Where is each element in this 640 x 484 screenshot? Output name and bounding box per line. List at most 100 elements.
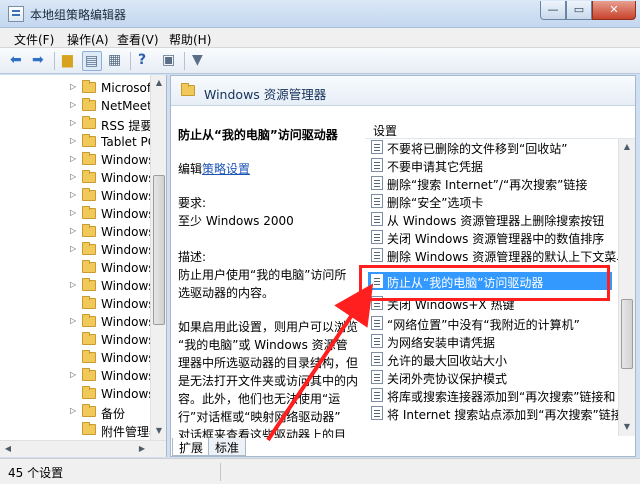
settings-scrollbar[interactable]: ▲ ▼ bbox=[618, 139, 635, 436]
expand-arrow-icon[interactable]: ▷ bbox=[70, 244, 76, 253]
expand-arrow-icon[interactable]: ▷ bbox=[70, 280, 76, 289]
tree-item[interactable]: 附件管理器 bbox=[0, 421, 161, 439]
expand-arrow-icon[interactable]: ▷ bbox=[70, 208, 76, 217]
tree-item-label: RSS 提要 bbox=[101, 119, 153, 133]
menu-help[interactable]: 帮助(H) bbox=[165, 30, 215, 49]
policy-row[interactable]: 关闭外壳协议保护模式 bbox=[368, 368, 618, 386]
menu-view[interactable]: 查看(V) bbox=[113, 30, 163, 49]
policy-row[interactable]: 删除“安全”选项卡 bbox=[368, 192, 618, 210]
menu-action[interactable]: 操作(A) bbox=[63, 30, 113, 49]
scroll-up-icon[interactable]: ▲ bbox=[151, 75, 166, 91]
folder-icon bbox=[82, 98, 96, 111]
expand-arrow-icon[interactable]: ▷ bbox=[70, 406, 76, 415]
close-button[interactable]: ✕ bbox=[592, 1, 636, 20]
tree-item[interactable]: Windows bbox=[0, 385, 155, 403]
expand-arrow-icon[interactable]: ▷ bbox=[70, 136, 76, 145]
policy-row[interactable]: “网络位置”中没有“我附近的计算机” bbox=[368, 314, 618, 332]
properties-button[interactable]: ▣ bbox=[160, 51, 180, 71]
tree-item[interactable]: ▷ NetMeet bbox=[0, 97, 152, 115]
expand-arrow-icon[interactable]: ▷ bbox=[70, 82, 76, 91]
tree-item[interactable]: ▷ Windows bbox=[0, 367, 155, 385]
description-body-line: “我的电脑”或 Windows 资源管 bbox=[178, 338, 348, 352]
show-hide-tree-icon: ▤ bbox=[85, 53, 99, 69]
policy-setting-icon bbox=[371, 176, 383, 190]
scroll-right-icon[interactable]: ▶ bbox=[134, 441, 150, 457]
settings-column-header[interactable]: 设置 bbox=[365, 119, 635, 139]
requirements-label: 要求: bbox=[178, 196, 207, 210]
scroll-down-icon[interactable]: ▼ bbox=[619, 419, 635, 435]
scroll-left-icon[interactable]: ◀ bbox=[0, 441, 16, 457]
forward-button[interactable]: ➡ bbox=[30, 51, 50, 71]
tab-extended[interactable]: 扩展 bbox=[172, 438, 211, 456]
tree-item[interactable]: ▷ Windows bbox=[0, 169, 155, 187]
tree-item[interactable]: ▷ Windows bbox=[0, 313, 155, 331]
scroll-up-icon[interactable]: ▲ bbox=[619, 139, 635, 155]
description-body-line: 行”对话框或“映射网络驱动器” bbox=[178, 410, 341, 424]
folder-icon bbox=[82, 224, 96, 237]
tree-item[interactable]: Windows bbox=[0, 331, 155, 349]
tree-item[interactable]: ▷ Windows bbox=[0, 223, 155, 241]
tree-item[interactable]: ▷ Windows bbox=[0, 187, 155, 205]
scroll-thumb[interactable] bbox=[621, 299, 633, 369]
policy-row[interactable]: 为网络安装申请凭据 bbox=[368, 332, 618, 350]
policy-row[interactable]: 从 Windows 资源管理器上删除搜索按钮 bbox=[368, 210, 618, 228]
expand-arrow-icon[interactable]: ▷ bbox=[70, 370, 76, 379]
folder-icon bbox=[82, 350, 96, 363]
description-body-line: 理器中所选驱动器的目录结构，但 bbox=[178, 356, 359, 370]
tree-item[interactable]: Windows bbox=[0, 259, 155, 277]
tree-item[interactable]: ▷ Tablet PC bbox=[0, 133, 156, 151]
expand-arrow-icon[interactable]: ▷ bbox=[70, 118, 76, 127]
policy-row[interactable]: 将 Internet 搜索站点添加到“再次搜索”链接 bbox=[368, 404, 618, 422]
expand-arrow-icon[interactable]: ▷ bbox=[70, 190, 76, 199]
description-line: 选驱动器的内容。 bbox=[178, 286, 275, 300]
expand-arrow-icon[interactable]: ▷ bbox=[70, 100, 76, 109]
expand-arrow-icon[interactable]: ▷ bbox=[70, 154, 76, 163]
back-button[interactable]: ⬅ bbox=[8, 51, 28, 71]
minimize-button[interactable]: — bbox=[540, 1, 566, 20]
policy-row[interactable]: 删除 Windows 资源管理器的默认上下文菜单 bbox=[368, 246, 618, 264]
tree-item[interactable]: ▷ RSS 提要 bbox=[0, 115, 153, 133]
tree-item-label: Windows bbox=[101, 189, 155, 203]
scroll-thumb[interactable] bbox=[153, 175, 165, 325]
scroll-down-icon[interactable]: ▼ bbox=[151, 423, 166, 439]
export-list-button[interactable]: ▦ bbox=[106, 51, 126, 71]
tab-standard[interactable]: 标准 bbox=[208, 438, 247, 456]
policy-setting-icon bbox=[371, 352, 383, 366]
tree-scrollbar[interactable]: ▲ ▼ bbox=[150, 75, 166, 440]
policy-label: 不要将已删除的文件移到“回收站” bbox=[387, 142, 568, 156]
show-hide-tree-button[interactable]: ▤ bbox=[82, 51, 102, 71]
policy-setting-icon bbox=[371, 212, 383, 226]
properties-icon: ▣ bbox=[162, 52, 176, 68]
tree-item[interactable]: Windows bbox=[0, 295, 155, 313]
policy-row[interactable]: 关闭 Windows 资源管理器中的数值排序 bbox=[368, 228, 618, 246]
policy-row[interactable]: 将库或搜索连接器添加到“再次搜索”链接和 bbox=[368, 386, 618, 404]
tree-item-label: 备份 bbox=[101, 407, 126, 421]
tree-horizontal-scrollbar[interactable]: ◀ ▶ bbox=[0, 440, 166, 457]
up-folder-button[interactable]: ▆ bbox=[60, 51, 80, 71]
tree-item[interactable]: ▷ 备份 bbox=[0, 403, 150, 421]
expand-arrow-icon[interactable]: ▷ bbox=[70, 226, 76, 235]
tree-item[interactable]: ▷ Windows bbox=[0, 277, 155, 295]
edit-policy-link[interactable]: 策略设置 bbox=[202, 162, 250, 176]
expand-arrow-icon[interactable]: ▷ bbox=[70, 316, 76, 325]
expand-arrow-icon[interactable]: ▷ bbox=[70, 172, 76, 181]
tree-item[interactable]: ▷ Windows bbox=[0, 151, 155, 169]
filter-button[interactable]: ▼ bbox=[190, 51, 210, 71]
maximize-button[interactable]: ▭ bbox=[566, 1, 592, 20]
policy-row[interactable]: 删除“搜索 Internet”/“再次搜索”链接 bbox=[368, 174, 618, 192]
policy-tree[interactable]: ▷ Microsof ▷ NetMeet ▷ RSS 提要 ▷ Tablet PC ▷ W… bbox=[0, 75, 167, 457]
view-tabs: 扩展 标准 bbox=[172, 438, 372, 457]
policy-row[interactable]: 不要将已删除的文件移到“回收站” bbox=[368, 138, 618, 156]
tree-item[interactable]: ▷ Microsof bbox=[0, 79, 151, 97]
toolbar-separator bbox=[184, 52, 185, 70]
policy-row[interactable]: 不要申请其它凭据 bbox=[368, 156, 618, 174]
tree-item[interactable]: ▷ Windows bbox=[0, 205, 155, 223]
tree-item[interactable]: ▷ Windows bbox=[0, 241, 155, 259]
title-bar[interactable]: 本地组策略编辑器 — ▭ ✕ bbox=[0, 0, 640, 28]
tree-item[interactable]: Windows bbox=[0, 349, 155, 367]
help-button[interactable]: ? bbox=[136, 51, 156, 71]
policy-row[interactable]: 允许的最大回收站大小 bbox=[368, 350, 618, 368]
description-line: 防止用户使用“我的电脑”访问所 bbox=[178, 268, 347, 282]
policy-setting-icon bbox=[371, 388, 383, 402]
menu-file[interactable]: 文件(F) bbox=[10, 30, 58, 49]
